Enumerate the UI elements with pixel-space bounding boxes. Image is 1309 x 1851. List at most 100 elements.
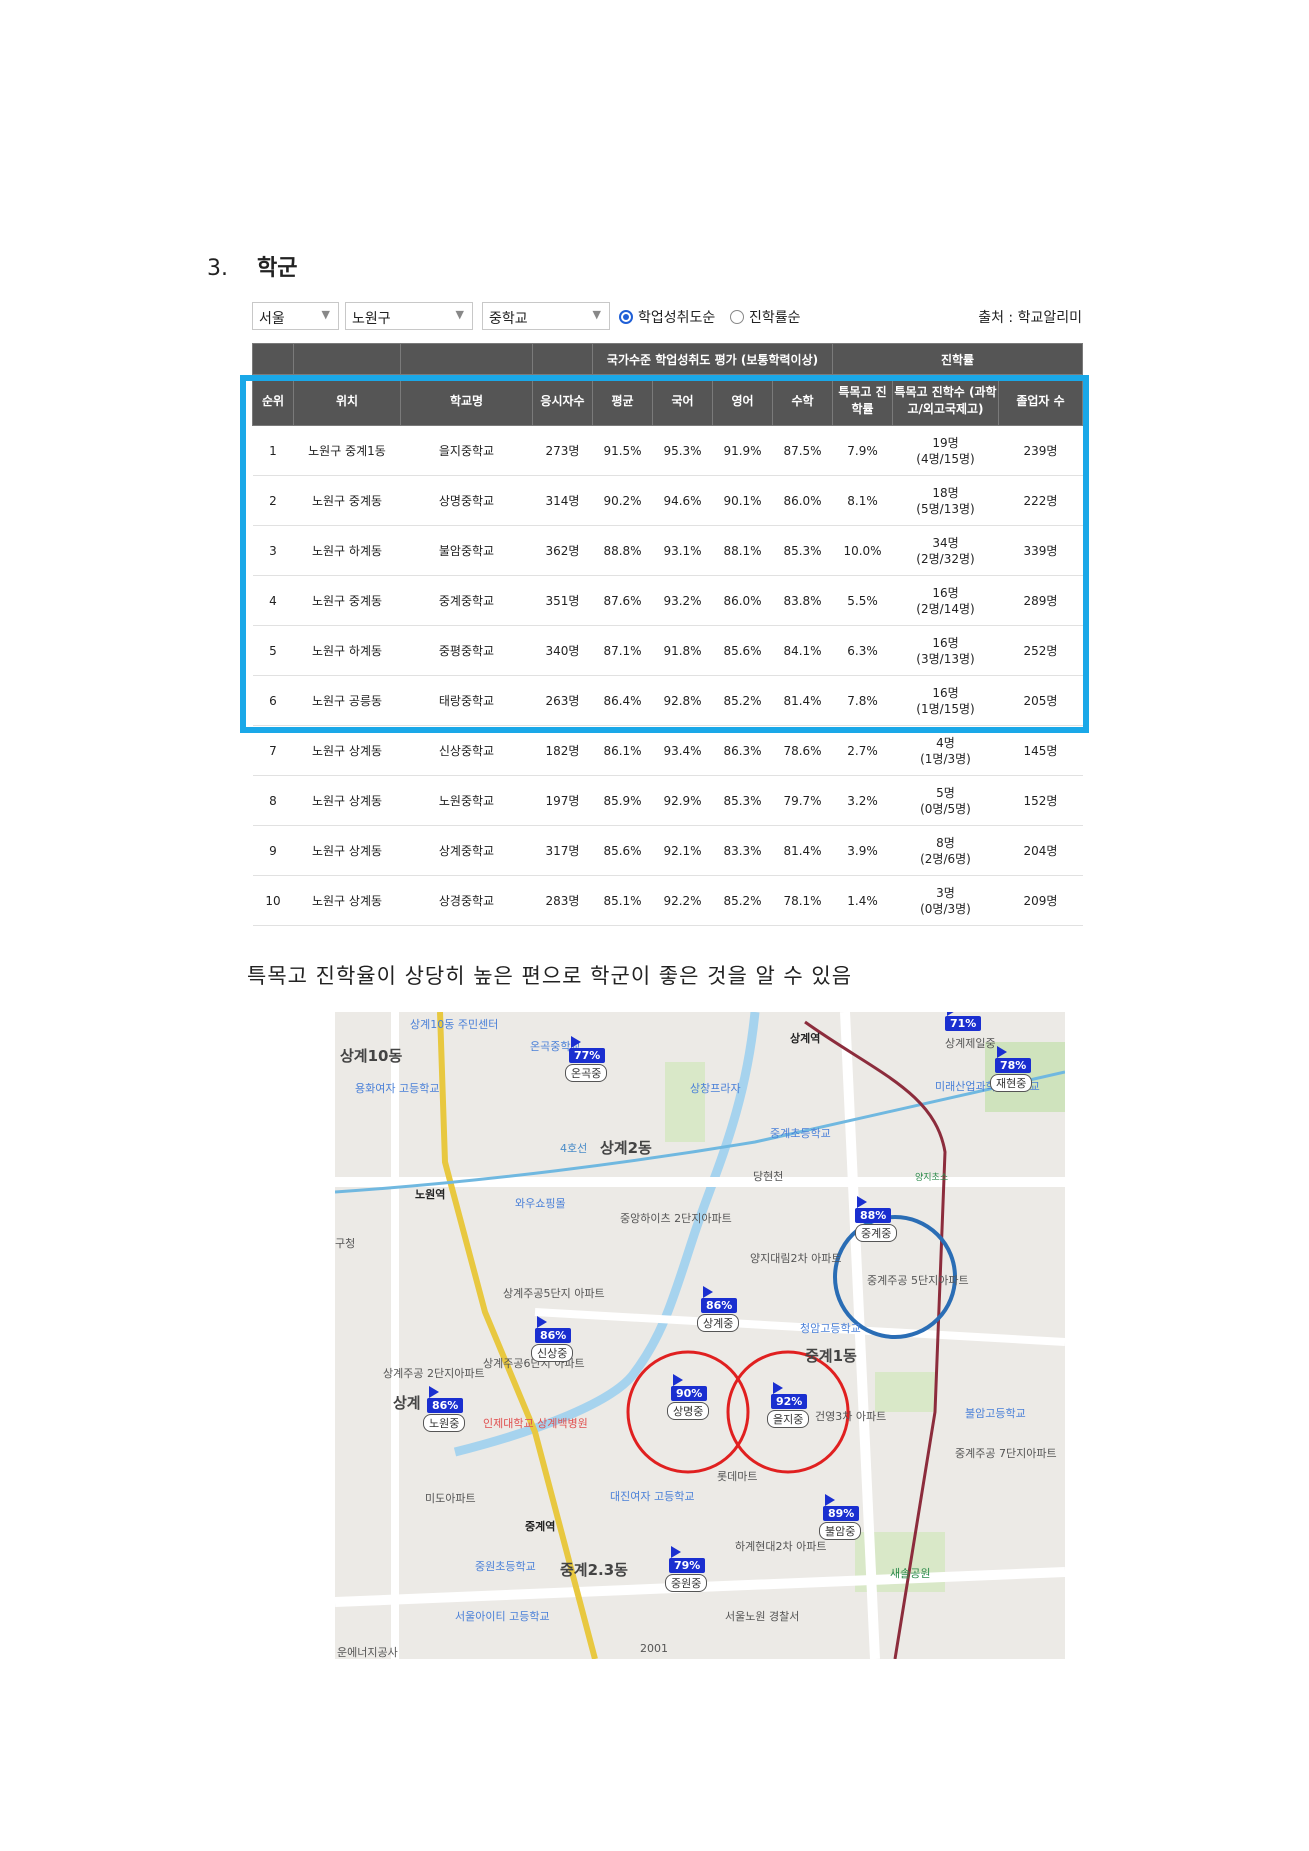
map-place-label: 새솔공원 bbox=[890, 1567, 931, 1580]
school-pct-badge: 78% bbox=[995, 1046, 1032, 1073]
map-place-label: 상창프라자 bbox=[690, 1082, 741, 1095]
school-name-tag[interactable]: 노원중 bbox=[423, 1414, 466, 1432]
table-cell: 204명 bbox=[998, 825, 1083, 876]
special-school-breakdown: (0명/5명) bbox=[920, 801, 971, 816]
table-cell: 92.9% bbox=[652, 775, 713, 826]
table-cell: 노원구 상계동 bbox=[293, 825, 401, 876]
table-cell: 209명 bbox=[998, 875, 1083, 926]
table-cell: 86.1% bbox=[592, 725, 653, 776]
school-pct-badge: 86% bbox=[427, 1386, 464, 1413]
map-area-label: 중계1동 bbox=[805, 1347, 857, 1365]
school-pct-badge: 86% bbox=[701, 1286, 738, 1313]
map-area-label: 중계2.3동 bbox=[560, 1561, 628, 1579]
map-place-label: 롯데마트 bbox=[717, 1470, 758, 1483]
map-place-label: 중계초등학교 bbox=[770, 1127, 831, 1140]
table-cell: 2.7% bbox=[832, 725, 893, 776]
map-station-label: 노원역 bbox=[415, 1188, 446, 1201]
school-name-tag[interactable]: 재현중 bbox=[990, 1074, 1033, 1092]
section-title: 학군 bbox=[257, 256, 298, 281]
school-name-tag[interactable]: 불암중 bbox=[819, 1522, 862, 1540]
table-cell: 317명 bbox=[532, 825, 593, 876]
map-place-label: 미도아파트 bbox=[425, 1492, 476, 1505]
special-school-count-cell: 5명 (0명/5명) bbox=[892, 775, 999, 826]
table-cell: 상경중학교 bbox=[400, 875, 533, 926]
table-cell: 152명 bbox=[998, 775, 1083, 826]
city-select-value: 서울 bbox=[259, 311, 285, 327]
map-station-label: 상계역 bbox=[790, 1032, 821, 1045]
chevron-down-icon: ▼ bbox=[321, 308, 330, 321]
special-school-breakdown: (2명/6명) bbox=[920, 851, 971, 866]
map-place-label: 상계10동 주민센터 bbox=[410, 1018, 499, 1031]
table-cell: 상계중학교 bbox=[400, 825, 533, 876]
school-name-tag[interactable]: 상명중 bbox=[667, 1402, 710, 1420]
map-place-label: 청암고등학교 bbox=[800, 1322, 861, 1335]
table-cell: 85.6% bbox=[592, 825, 653, 876]
school-pct-badge: 90% bbox=[671, 1374, 708, 1401]
top6-highlight-box bbox=[240, 375, 1089, 733]
school-name-tag[interactable]: 상계중 bbox=[697, 1314, 740, 1332]
map-place-label: 건영3차 아파트 bbox=[815, 1410, 887, 1423]
filter-bar: 서울 ▼ 노원구 ▼ 중학교 ▼ 학업성취도순 진학률순 출처 : 학교알리미 bbox=[252, 302, 1082, 332]
map-place-label: 2001 bbox=[640, 1642, 668, 1655]
school-type-select[interactable]: 중학교 ▼ bbox=[482, 302, 610, 330]
school-name-tag[interactable]: 온곡중 bbox=[565, 1064, 608, 1082]
map-area-label: 상계2동 bbox=[600, 1139, 652, 1157]
table-cell: 85.3% bbox=[712, 775, 773, 826]
table-cell: 1.4% bbox=[832, 875, 893, 926]
sort-radio-label: 진학률순 bbox=[749, 310, 801, 326]
table-cell: 노원구 상계동 bbox=[293, 725, 401, 776]
table-cell: 노원구 상계동 bbox=[293, 875, 401, 926]
map-place-label: 양지대림2차 아파트 bbox=[750, 1252, 842, 1265]
sort-radio-advancement[interactable]: 진학률순 bbox=[730, 307, 801, 327]
map-place-label: 대진여자 고등학교 bbox=[610, 1490, 695, 1503]
table-cell: 10 bbox=[252, 875, 294, 926]
table-cell: 노원구 상계동 bbox=[293, 775, 401, 826]
map-place-label: 서울노원 경찰서 bbox=[725, 1610, 800, 1623]
map-area-label: 상계10동 bbox=[340, 1047, 403, 1065]
table-cell: 7 bbox=[252, 725, 294, 776]
school-type-select-value: 중학교 bbox=[489, 311, 528, 327]
group-header-achievement: 국가수준 학업성취도 평가 (보통학력이상) bbox=[592, 343, 833, 375]
table-cell: 신상중학교 bbox=[400, 725, 533, 776]
school-pct-badge: 77% bbox=[569, 1036, 606, 1063]
table-cell: 182명 bbox=[532, 725, 593, 776]
map-place-label: 중계주공 7단지아파트 bbox=[955, 1447, 1057, 1460]
table-cell: 92.1% bbox=[652, 825, 713, 876]
school-name-tag[interactable]: 중원중 bbox=[665, 1574, 708, 1592]
school-pct-badge: 71% bbox=[945, 1012, 982, 1031]
special-school-total: 3명 bbox=[936, 885, 955, 900]
map-place-label: 와우쇼핑몰 bbox=[515, 1197, 566, 1210]
special-school-count-cell: 3명 (0명/3명) bbox=[892, 875, 999, 926]
source-note: 출처 : 학교알리미 bbox=[978, 310, 1082, 326]
school-district-map[interactable]: 상계10동 상계2동 상계 중계2.3동 중계1동 노원역 상계역 중계역 4호… bbox=[335, 1012, 1065, 1659]
table-cell: 85.2% bbox=[712, 875, 773, 926]
table-row: 9 노원구 상계동 상계중학교 317명 85.6% 92.1% 83.3% 81.4% 3.9… bbox=[252, 825, 1083, 876]
map-place-label: 당현천 bbox=[753, 1170, 784, 1183]
sort-radio-achievement[interactable]: 학업성취도순 bbox=[619, 307, 715, 327]
table-row: 10 노원구 상계동 상경중학교 283명 85.1% 92.2% 85.2% 78.1% 1.… bbox=[252, 875, 1083, 926]
school-pct-badge: 88% bbox=[855, 1196, 892, 1223]
special-school-breakdown: (0명/3명) bbox=[920, 901, 971, 916]
map-place-label: 불암고등학교 bbox=[965, 1407, 1026, 1420]
table-group-header-row: 국가수준 학업성취도 평가 (보통학력이상) 진학률 bbox=[252, 343, 1083, 375]
special-school-total: 5명 bbox=[936, 785, 955, 800]
table-cell: 93.4% bbox=[652, 725, 713, 776]
map-station-label: 중계역 bbox=[525, 1520, 556, 1533]
map-place-label: 상계주공5단지 아파트 bbox=[503, 1287, 605, 1300]
table-cell: 78.6% bbox=[772, 725, 833, 776]
school-name-tag[interactable]: 신상중 bbox=[531, 1344, 574, 1362]
table-cell: 85.9% bbox=[592, 775, 653, 826]
school-pct-badge: 89% bbox=[823, 1494, 860, 1521]
map-area-label: 상계 bbox=[393, 1394, 421, 1412]
table-cell: 145명 bbox=[998, 725, 1083, 776]
city-select[interactable]: 서울 ▼ bbox=[252, 302, 339, 330]
table-cell: 92.2% bbox=[652, 875, 713, 926]
school-name-tag[interactable]: 을지중 bbox=[767, 1410, 810, 1428]
map-place-label: 상계주공 2단지아파트 bbox=[383, 1367, 485, 1380]
map-place-label: 중원초등학교 bbox=[475, 1560, 536, 1573]
map-place-label: 하계현대2차 아파트 bbox=[735, 1540, 827, 1553]
chevron-down-icon: ▼ bbox=[592, 308, 601, 321]
school-name-tag[interactable]: 중계중 bbox=[855, 1224, 898, 1242]
district-select[interactable]: 노원구 ▼ bbox=[345, 302, 473, 330]
sort-radio-label: 학업성취도순 bbox=[638, 310, 716, 326]
